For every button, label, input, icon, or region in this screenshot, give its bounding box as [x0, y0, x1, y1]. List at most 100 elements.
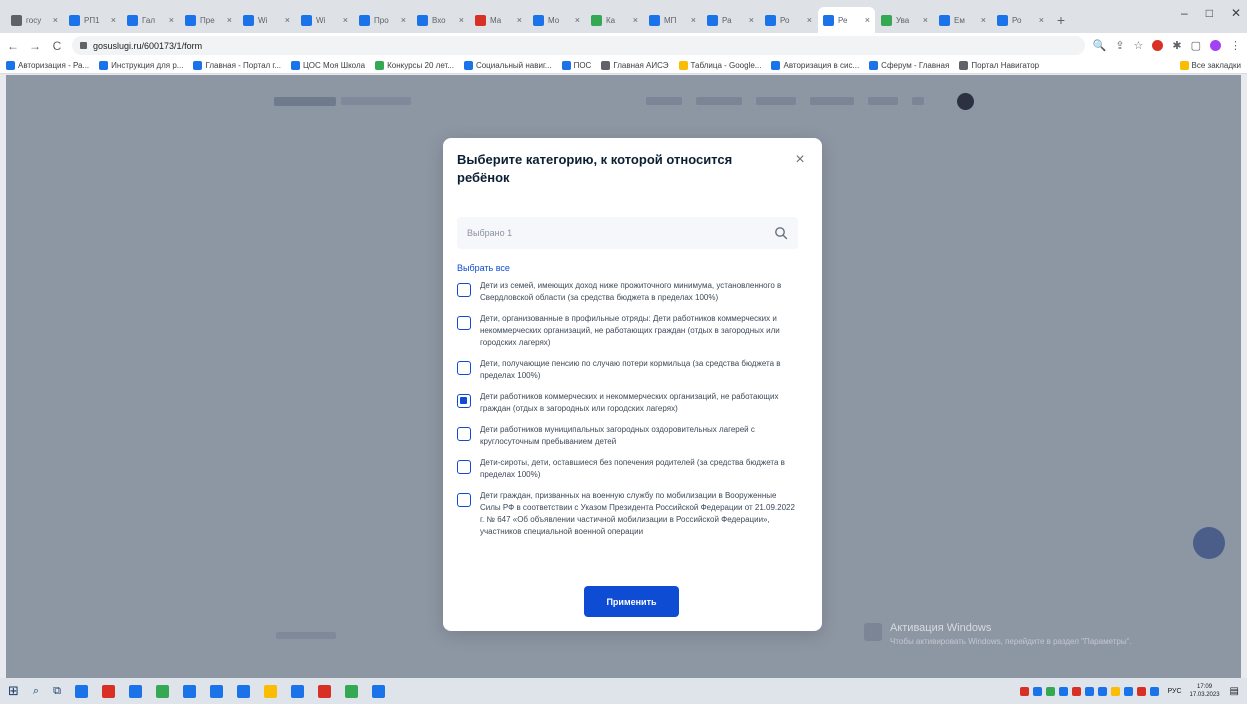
browser-tab[interactable]: Ре × — [818, 7, 875, 33]
profile-avatar[interactable] — [1210, 40, 1221, 51]
category-checkbox[interactable] — [457, 316, 471, 330]
tray-app-icon[interactable] — [1020, 686, 1030, 696]
browser-tab[interactable]: Пре × — [180, 7, 237, 33]
reload-button[interactable]: C — [50, 39, 64, 53]
tab-close-icon[interactable]: × — [865, 15, 870, 25]
taskbar-app-icon[interactable] — [101, 684, 115, 698]
browser-tab[interactable]: Ро × — [760, 7, 817, 33]
clock[interactable]: 17:09 17.03.2023 — [1190, 683, 1220, 699]
taskbar-app-icon[interactable] — [290, 684, 304, 698]
tray-app-icon[interactable] — [1072, 686, 1082, 696]
browser-tab[interactable]: Ро × — [992, 7, 1049, 33]
tab-close-icon[interactable]: × — [807, 15, 812, 25]
select-all-link[interactable]: Выбрать все — [457, 263, 510, 273]
tray-app-icon[interactable] — [1085, 686, 1095, 696]
tab-close-icon[interactable]: × — [343, 15, 348, 25]
task-view-icon[interactable]: ⧉ — [53, 685, 61, 698]
language-indicator[interactable]: РУС — [1167, 688, 1181, 695]
bookmark-item[interactable]: Портал Навигатор — [959, 61, 1039, 70]
browser-tab[interactable]: Ма × — [470, 7, 527, 33]
bookmark-item[interactable]: Таблица - Google... — [678, 61, 761, 70]
category-checkbox[interactable] — [457, 427, 471, 441]
tab-close-icon[interactable]: × — [1039, 15, 1044, 25]
category-checkbox[interactable] — [457, 460, 471, 474]
close-icon[interactable]: × — [792, 152, 808, 168]
tray-app-icon[interactable] — [1124, 686, 1134, 696]
category-checkbox[interactable] — [457, 283, 471, 297]
browser-tab[interactable]: Гал × — [122, 7, 179, 33]
search-input[interactable] — [467, 228, 774, 238]
category-option[interactable]: Дети, организованные в профильные отряды… — [457, 313, 798, 349]
share-icon[interactable]: ⇪ — [1115, 39, 1124, 52]
tab-close-icon[interactable]: × — [459, 15, 464, 25]
browser-tab[interactable]: РП1 × — [64, 7, 121, 33]
sidepanel-icon[interactable]: ▢ — [1191, 39, 1201, 52]
taskbar-app-icon[interactable] — [128, 684, 142, 698]
category-option[interactable]: Дети граждан, призванных на военную служ… — [457, 490, 798, 538]
bookmark-item[interactable]: Социальный навиг... — [463, 61, 552, 70]
tray-app-icon[interactable] — [1033, 686, 1043, 696]
bookmark-item[interactable]: ЦОС Моя Школа — [291, 61, 365, 70]
taskbar-app-icon[interactable] — [182, 684, 196, 698]
browser-tab[interactable]: Про × — [354, 7, 411, 33]
category-option[interactable]: Дети работников коммерческих и некоммерч… — [457, 391, 798, 415]
taskbar-app-icon[interactable] — [209, 684, 223, 698]
category-checkbox[interactable] — [457, 361, 471, 375]
browser-tab[interactable]: Вхо × — [412, 7, 469, 33]
zoom-icon[interactable]: 🔍 — [1093, 39, 1107, 52]
browser-tab[interactable]: Ка × — [586, 7, 643, 33]
taskbar-app-icon[interactable] — [74, 684, 88, 698]
browser-tab[interactable]: Ем × — [934, 7, 991, 33]
tab-close-icon[interactable]: × — [691, 15, 696, 25]
taskbar-app-icon[interactable] — [155, 684, 169, 698]
extension-icon[interactable] — [1152, 40, 1164, 51]
maximize-button[interactable]: □ — [1206, 6, 1213, 20]
taskbar-app-icon[interactable] — [263, 684, 277, 698]
browser-tab[interactable]: Ува × — [876, 7, 933, 33]
close-window-button[interactable]: ✕ — [1231, 6, 1241, 20]
category-checkbox[interactable] — [457, 493, 471, 507]
bookmark-item[interactable]: Главная АИСЭ — [601, 61, 669, 70]
tab-close-icon[interactable]: × — [517, 15, 522, 25]
tab-close-icon[interactable]: × — [749, 15, 754, 25]
minimize-button[interactable]: – — [1181, 6, 1188, 20]
taskbar-app-icon[interactable] — [317, 684, 331, 698]
tab-close-icon[interactable]: × — [111, 15, 116, 25]
new-tab-button[interactable]: + — [1050, 7, 1072, 33]
bookmark-item[interactable]: Авторизация в сис... — [771, 61, 859, 70]
tab-close-icon[interactable]: × — [285, 15, 290, 25]
bookmark-item[interactable]: Инструкция для р... — [99, 61, 183, 70]
search-icon[interactable] — [774, 226, 788, 240]
bookmark-item[interactable]: ПОС — [561, 61, 591, 70]
notifications-icon[interactable]: ▤ — [1230, 686, 1239, 697]
tray-app-icon[interactable] — [1111, 686, 1121, 696]
tray-app-icon[interactable] — [1059, 686, 1069, 696]
tray-app-icon[interactable] — [1046, 686, 1056, 696]
tab-close-icon[interactable]: × — [923, 15, 928, 25]
tab-close-icon[interactable]: × — [53, 15, 58, 25]
taskbar-app-icon[interactable] — [344, 684, 358, 698]
tab-close-icon[interactable]: × — [575, 15, 580, 25]
browser-tab[interactable]: МП × — [644, 7, 701, 33]
tray-app-icon[interactable] — [1137, 686, 1147, 696]
bookmark-item[interactable]: Сферум - Главная — [869, 61, 949, 70]
browser-tab[interactable]: госу × — [6, 7, 63, 33]
browser-menu-icon[interactable]: ⋮ — [1230, 39, 1241, 52]
bookmark-star-icon[interactable]: ☆ — [1134, 39, 1144, 52]
start-icon[interactable]: ⊞ — [8, 683, 19, 699]
browser-tab[interactable]: Ра × — [702, 7, 759, 33]
forward-button[interactable]: → — [28, 39, 42, 53]
apply-button[interactable]: Применить — [584, 586, 679, 617]
taskbar-app-icon[interactable] — [371, 684, 385, 698]
tray-app-icon[interactable] — [1150, 686, 1160, 696]
other-bookmarks[interactable]: Все закладки — [1179, 61, 1241, 70]
bookmark-item[interactable]: Авторизация - Ра... — [6, 61, 89, 70]
taskbar-app-icon[interactable] — [236, 684, 250, 698]
tray-app-icon[interactable] — [1098, 686, 1108, 696]
category-option[interactable]: Дети-сироты, дети, оставшиеся без попече… — [457, 457, 798, 481]
category-option[interactable]: Дети, получающие пенсию по случаю потери… — [457, 358, 798, 382]
bookmark-item[interactable]: Главная - Портал г... — [193, 61, 281, 70]
browser-tab[interactable]: Wi × — [238, 7, 295, 33]
category-option[interactable]: Дети из семей, имеющих доход ниже прожит… — [457, 280, 798, 304]
address-bar[interactable]: gosuslugi.ru/600173/1/form — [72, 36, 1085, 55]
